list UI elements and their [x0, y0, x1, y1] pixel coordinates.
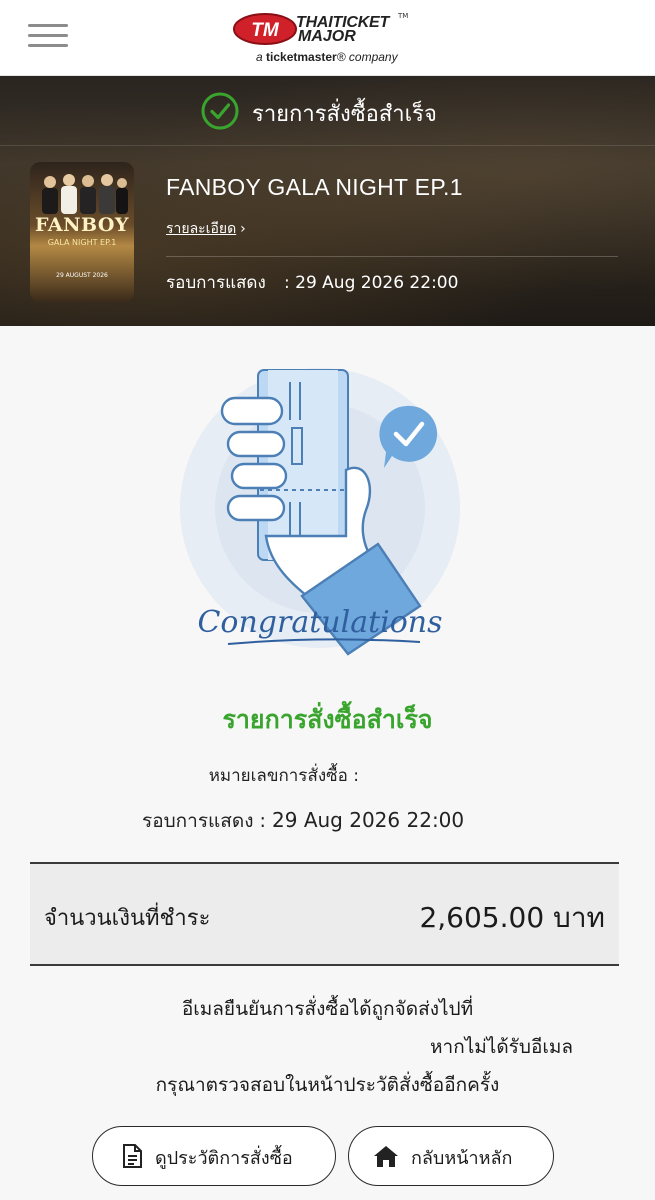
hand-holding-ticket-icon: Congratulations: [180, 368, 460, 656]
home-icon: [374, 1146, 398, 1167]
show-time-value: 29 Aug 2026 22:00: [272, 808, 465, 832]
payment-amount-value: 2,605.00 บาท: [419, 901, 605, 934]
show-time-label: รอบการแสดง :: [142, 810, 266, 832]
check-circle-icon: [201, 92, 239, 130]
poster-date: 29 AUGUST 2026: [56, 272, 108, 279]
document-icon: [123, 1144, 142, 1168]
thaiticketmajor-logo[interactable]: TM THAITICKET MAJOR TM a ticketmaster® c…: [232, 10, 422, 68]
note-line1: อีเมลยืนยันการสั่งซื้อได้ถูกจัดส่งไปที่: [181, 998, 474, 1020]
home-button-label: กลับหน้าหลัก: [411, 1148, 513, 1169]
order-history-button-label: ดูประวัติการสั่งซื้อ: [155, 1148, 293, 1169]
success-title: รายการสั่งซื้อสำเร็จ: [222, 705, 433, 734]
banner-show-value: : 29 Aug 2026 22:00: [284, 273, 459, 293]
banner-divider: [166, 256, 618, 257]
banner-status-title: รายการสั่งซื้อสำเร็จ: [252, 102, 437, 127]
poster-artwork: [42, 174, 128, 214]
email-confirmation-note: อีเมลยืนยันการสั่งซื้อได้ถูกจัดส่งไปที่ …: [0, 990, 655, 1104]
banner-status-header: รายการสั่งซื้อสำเร็จ: [0, 76, 655, 146]
chevron-right-icon: ›: [240, 221, 246, 237]
order-number-row: หมายเลขการสั่งซื้อ :: [209, 762, 359, 789]
poster-title: FANBOY: [34, 214, 129, 236]
home-button[interactable]: กลับหน้าหลัก: [348, 1126, 554, 1186]
order-banner: รายการสั่งซื้อสำเร็จ FANBOY GALA NIGHT E…: [0, 76, 655, 326]
order-history-button[interactable]: ดูประวัติการสั่งซื้อ: [92, 1126, 336, 1186]
show-time-row: รอบการแสดง : 29 Aug 2026 22:00: [142, 806, 464, 836]
logo-trademark: TM: [398, 12, 409, 20]
top-bar: TM THAITICKET MAJOR TM a ticketmaster® c…: [0, 0, 655, 76]
order-number-label: หมายเลขการสั่งซื้อ :: [208, 766, 359, 786]
tm-logo-badge: TM: [233, 13, 297, 45]
hamburger-menu-icon[interactable]: [28, 20, 68, 52]
event-detail-link-label: รายละเอียด: [166, 221, 237, 237]
note-line3: กรุณาตรวจสอบในหน้าประวัติสั่งซื้ออีกครั้…: [155, 1074, 500, 1096]
note-line2: หากไม่ได้รับอีเมล: [430, 1036, 574, 1058]
event-name: FANBOY GALA NIGHT EP.1: [166, 174, 463, 200]
event-detail-link[interactable]: รายละเอียด ›: [166, 218, 246, 240]
banner-show-time: รอบการแสดง : 29 Aug 2026 22:00: [166, 269, 458, 296]
logo-line2: MAJOR: [298, 28, 356, 45]
logo-badge-text: TM: [251, 20, 280, 41]
poster-subtitle: GALA NIGHT EP.1: [47, 238, 117, 247]
payment-amount-box: จำนวนเงินที่ชำระ 2,605.00 บาท: [30, 862, 619, 966]
logo-tagline: a ticketmaster® company: [256, 50, 398, 64]
event-poster[interactable]: FANBOY GALA NIGHT EP.1 29 AUGUST 2026: [30, 162, 134, 302]
banner-show-label: รอบการแสดง: [166, 273, 266, 293]
payment-amount-label: จำนวนเงินที่ชำระ: [44, 906, 211, 931]
congratulations-caption: Congratulations: [197, 605, 442, 640]
